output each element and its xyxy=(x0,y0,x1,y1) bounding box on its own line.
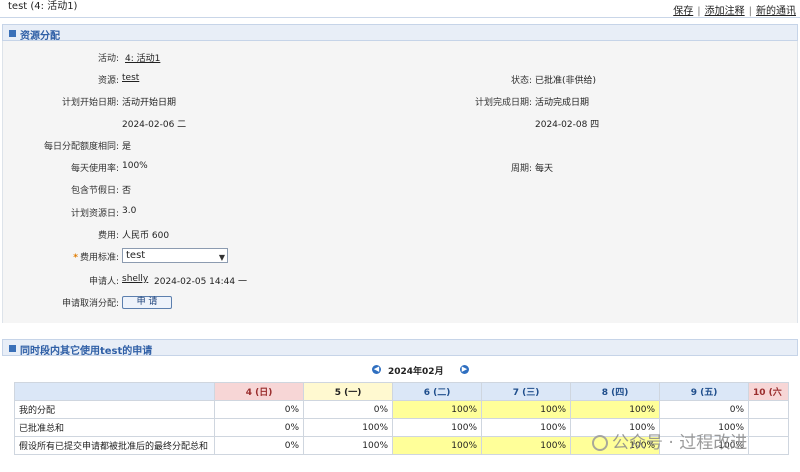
table-cell: 0% xyxy=(303,400,393,419)
cost-label: 费用: xyxy=(97,231,119,241)
cost-standard-selected: test xyxy=(126,250,146,261)
table-cell xyxy=(748,418,789,437)
table-cell xyxy=(748,400,789,419)
plan-days-value: 3.0 xyxy=(122,206,137,216)
top-bar: test (4: 活动1) 保存 | 添加注释 | 新的通讯 xyxy=(0,0,800,18)
table-cell: 0% xyxy=(214,436,304,455)
plan-end-label: 计划完成日期: xyxy=(474,98,532,108)
table-cell: 100% xyxy=(392,436,482,455)
table-cell: 100% xyxy=(392,418,482,437)
row-label: 假设所有已提交申请都被批准后的最终分配总和 xyxy=(14,436,215,455)
daily-rate-value: 100% xyxy=(122,161,148,171)
plan-start-label: 计划开始日期: xyxy=(61,98,119,108)
next-month-icon[interactable]: ▶ xyxy=(460,365,469,374)
applicant-label: 申请人: xyxy=(88,277,119,287)
table-cell: 100% xyxy=(392,400,482,419)
status-label: 状态: xyxy=(510,76,532,86)
table-cell: 100% xyxy=(481,418,571,437)
column-header: 8 (四) xyxy=(570,382,660,401)
plan-days-label: 计划资源日: xyxy=(70,209,119,219)
section-square-icon xyxy=(9,30,16,37)
table-cell: 0% xyxy=(214,418,304,437)
plan-start-date: 2024-02-06 二 xyxy=(122,120,187,130)
plan-end-date: 2024-02-08 四 xyxy=(535,120,600,130)
table-cell: 100% xyxy=(481,436,571,455)
activity-value-link[interactable]: 4: 活动1 xyxy=(125,51,160,64)
save-link[interactable]: 保存 xyxy=(673,6,693,17)
page-title: test (4: 活动1) xyxy=(8,1,78,12)
cost-standard-label-text: 费用标准: xyxy=(79,253,119,263)
daily-same-value: 是 xyxy=(122,142,132,152)
section-title: 同时段内其它使用test的申请 xyxy=(20,346,153,357)
column-header: 5 (一) xyxy=(303,382,393,401)
table-cell xyxy=(748,436,789,455)
header-corner-cell xyxy=(14,382,215,401)
watermark-text: 公众号 · 过程改进 xyxy=(612,433,748,453)
section-header-resource-allocation: 资源分配 xyxy=(2,24,798,42)
resource-value-link[interactable]: test xyxy=(122,73,139,83)
holidays-value: 否 xyxy=(122,186,132,196)
plan-end-value: 活动完成日期 xyxy=(535,98,590,108)
table-cell: 100% xyxy=(303,418,393,437)
row-label: 已批准总和 xyxy=(14,418,215,437)
table-cell: 100% xyxy=(303,436,393,455)
row-label: 我的分配 xyxy=(14,400,215,419)
table-cell: 0% xyxy=(214,400,304,419)
section-header-other-requests: 同时段内其它使用test的申请 xyxy=(2,339,798,357)
holidays-label: 包含节假日: xyxy=(70,186,119,196)
prev-month-icon[interactable]: ◀ xyxy=(372,365,381,374)
resource-label: 资源: xyxy=(97,76,119,86)
table-cell: 100% xyxy=(570,400,660,419)
chevron-down-icon: ▼ xyxy=(218,253,225,262)
column-header: 10 (六 xyxy=(748,382,789,401)
table-cell: 100% xyxy=(481,400,571,419)
status-value: 已批准(非供给) xyxy=(535,76,597,86)
applicant-name-link[interactable]: shelly xyxy=(122,274,148,284)
daily-same-label: 每日分配额度相同: xyxy=(43,142,119,152)
plan-start-value: 活动开始日期 xyxy=(122,98,177,108)
cost-value: 人民币 600 xyxy=(122,231,170,241)
period-label: 周期: xyxy=(510,164,532,174)
calendar-month: 2024年02月 xyxy=(388,367,444,377)
column-header: 9 (五) xyxy=(659,382,749,401)
applicant-time: 2024-02-05 14:44 一 xyxy=(154,277,247,287)
required-marker: * xyxy=(73,253,78,263)
section-title: 资源分配 xyxy=(20,31,60,42)
daily-rate-label: 每天使用率: xyxy=(70,164,119,174)
column-header: 4 (日) xyxy=(214,382,304,401)
table-row: 我的分配 0% 0% 100% 100% 100% 0% xyxy=(14,400,789,419)
cost-standard-label: * 费用标准: xyxy=(73,250,119,263)
cancel-allocation-label: 申请取消分配: xyxy=(61,299,119,309)
add-note-link[interactable]: 添加注释 xyxy=(705,6,745,17)
watermark: 公众号 · 过程改进 xyxy=(592,428,747,453)
period-value: 每天 xyxy=(535,164,554,174)
new-notice-link[interactable]: 新的通讯 xyxy=(756,6,796,17)
apply-button[interactable]: 申 请 xyxy=(122,296,172,309)
top-links: 保存 | 添加注释 | 新的通讯 xyxy=(673,6,796,17)
cost-standard-select[interactable]: test ▼ xyxy=(122,248,228,263)
column-header: 6 (二) xyxy=(392,382,482,401)
activity-label: 活动: xyxy=(97,54,119,64)
wechat-icon xyxy=(592,435,608,451)
section-square-icon xyxy=(9,345,16,352)
table-cell: 0% xyxy=(659,400,749,419)
table-header-row: 4 (日) 5 (一) 6 (二) 7 (三) 8 (四) 9 (五) 10 (… xyxy=(14,382,789,401)
column-header: 7 (三) xyxy=(481,382,571,401)
